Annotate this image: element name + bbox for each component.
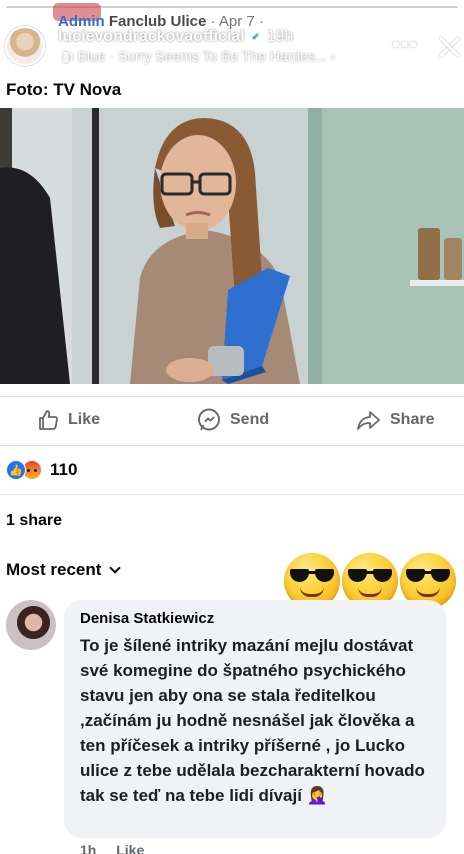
comment-author[interactable]: Denisa Statkiewicz bbox=[80, 610, 432, 627]
divider bbox=[0, 396, 464, 397]
thumbs-up-icon bbox=[39, 410, 58, 430]
story-header: Admin Fanclub Ulice · Apr 7 · lucievondr… bbox=[0, 0, 464, 74]
comment-like-link[interactable]: Like bbox=[116, 842, 144, 854]
music-icon: ▮ı bbox=[62, 48, 78, 64]
close-icon[interactable] bbox=[436, 34, 462, 60]
verified-icon: ✔ bbox=[248, 31, 263, 45]
divider bbox=[0, 445, 464, 446]
music-track[interactable]: ▮ı Blue · Sorry Seems To Be The Hardes..… bbox=[62, 48, 335, 65]
messenger-icon bbox=[198, 408, 220, 431]
share-count[interactable]: 1 share bbox=[6, 512, 62, 530]
music-label: Blue · Sorry Seems To Be The Hardes... › bbox=[77, 48, 336, 64]
story-username[interactable]: lucievondrackovaofficial bbox=[58, 28, 245, 45]
share-button[interactable]: Share bbox=[356, 406, 434, 434]
like-label: Like bbox=[68, 411, 101, 428]
send-button[interactable]: Send bbox=[196, 406, 269, 434]
send-label: Send bbox=[230, 411, 270, 428]
post-action-bar: Like Send Share bbox=[0, 398, 464, 442]
story-avatar[interactable] bbox=[5, 26, 45, 66]
story-username-row[interactable]: lucievondrackovaofficial ✔ 19h bbox=[58, 28, 293, 46]
comment-sort-dropdown[interactable]: Most recent bbox=[6, 560, 122, 580]
reaction-summary[interactable]: 👍 110 bbox=[6, 458, 77, 482]
more-horizontal-icon[interactable]: ••• bbox=[392, 32, 418, 58]
reaction-count: 110 bbox=[50, 460, 78, 479]
divider bbox=[0, 494, 464, 495]
share-arrow-icon bbox=[357, 411, 380, 430]
like-reaction-icon: 👍 bbox=[6, 460, 26, 480]
comment-time: 1h bbox=[80, 842, 97, 854]
comment-meta: 1h Like bbox=[80, 842, 160, 854]
like-button[interactable]: Like bbox=[36, 406, 100, 434]
share-label: Share bbox=[390, 411, 435, 428]
sort-label: Most recent bbox=[6, 560, 102, 579]
post-caption: Foto: TV Nova bbox=[6, 80, 122, 99]
post-photo[interactable] bbox=[0, 108, 464, 384]
comment-bubble: Denisa Statkiewicz To je šílené intriky … bbox=[64, 600, 446, 838]
comment-text: To je šílené intriky mazání mejlu dostáv… bbox=[80, 636, 425, 805]
post-photo-illustration bbox=[0, 108, 464, 384]
chevron-down-icon bbox=[109, 562, 122, 574]
commenter-avatar[interactable] bbox=[6, 600, 56, 650]
story-age: 19h bbox=[266, 28, 294, 45]
